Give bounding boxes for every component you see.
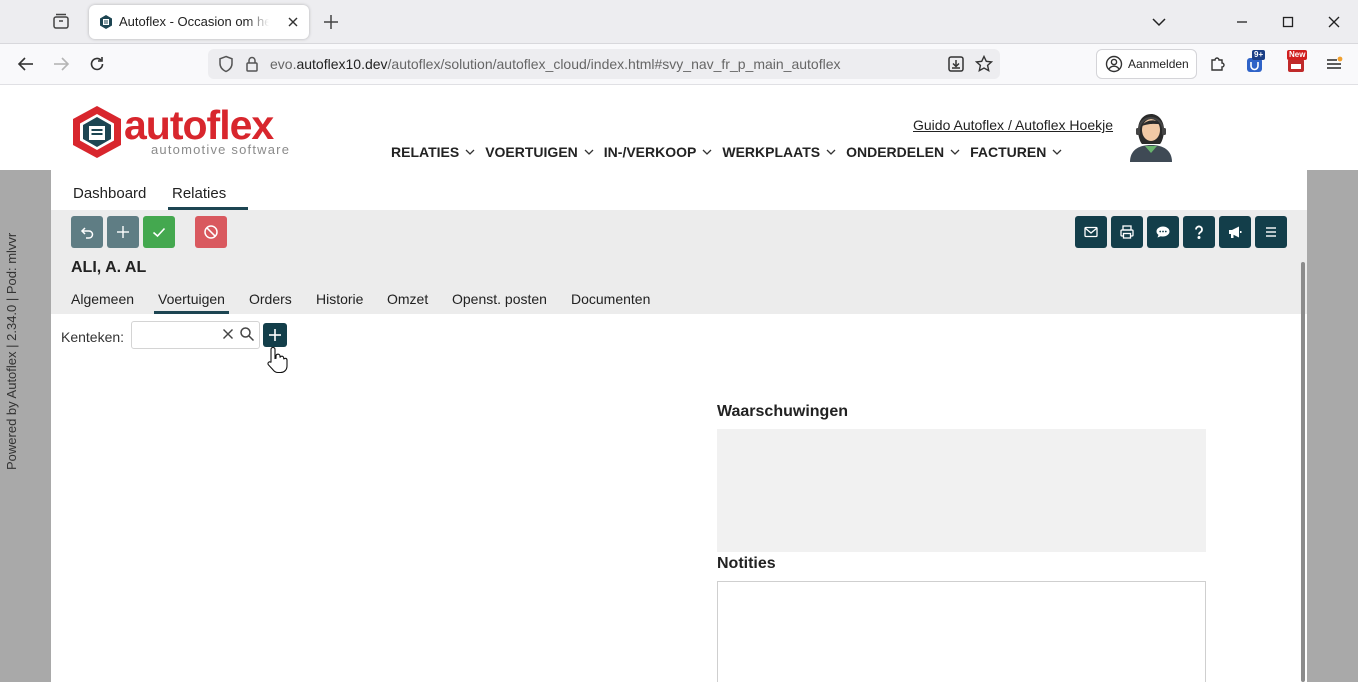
extension-new-badge: New	[1287, 50, 1308, 60]
warnings-panel	[717, 429, 1206, 552]
browser-navbar: evo.autoflex10.dev/autoflex/solution/aut…	[0, 44, 1358, 85]
back-button[interactable]	[71, 216, 103, 248]
add-vehicle-button[interactable]	[263, 323, 287, 347]
powered-by-label: Powered by Autoflex | 2.34.0 | Pod: mlvv…	[4, 232, 19, 470]
browser-tabbar: Autoflex - Occasion om het Hoekje	[0, 0, 1358, 44]
tab-overflow-chevron-icon[interactable]	[1148, 11, 1170, 33]
breadcrumb-tabs: Dashboard Relaties	[51, 170, 1307, 210]
app-header: autoflex automotive software Guido Autof…	[0, 86, 1358, 170]
active-subtab-underline	[154, 311, 229, 314]
megaphone-icon	[1229, 226, 1242, 238]
notes-textarea[interactable]	[717, 581, 1206, 682]
search-icon[interactable]	[239, 326, 255, 342]
sign-in-button[interactable]: Aanmelden	[1096, 49, 1197, 79]
hamburger-icon	[1266, 227, 1276, 237]
cancel-button[interactable]	[195, 216, 227, 248]
browser-tab-active[interactable]: Autoflex - Occasion om het Hoekje	[89, 5, 309, 39]
logo-tagline: automotive software	[151, 142, 291, 157]
menu-in-verkoop[interactable]: IN-/VERKOOP	[604, 144, 713, 160]
extension-count-badge: 9+	[1252, 50, 1266, 60]
record-toolbar: ALI, A. AL Algemeen Voertuigen Orders Hi…	[51, 210, 1307, 314]
subtab-omzet[interactable]: Omzet	[387, 291, 428, 307]
main-content: Dashboard Relaties ALI, A. AL Algemeen V…	[51, 170, 1307, 682]
tab-dashboard[interactable]: Dashboard	[73, 185, 146, 202]
announcements-button[interactable]	[1219, 216, 1251, 248]
lock-icon[interactable]	[242, 54, 262, 74]
menu-werkplaats[interactable]: WERKPLAATS	[722, 144, 836, 160]
url-text[interactable]: evo.autoflex10.dev/autoflex/solution/aut…	[270, 56, 841, 72]
menu-onderdelen[interactable]: ONDERDELEN	[846, 144, 960, 160]
print-button[interactable]	[1111, 216, 1143, 248]
subtab-orders[interactable]: Orders	[249, 291, 292, 307]
tab-list-icon[interactable]	[50, 11, 72, 33]
extension-shield-icon[interactable]: 9+	[1245, 50, 1266, 74]
chevron-down-icon	[1052, 149, 1062, 155]
content-scrollbar[interactable]	[1301, 262, 1305, 682]
forward-arrow-icon[interactable]	[51, 54, 71, 74]
warnings-title: Waarschuwingen	[717, 403, 848, 420]
printer-icon	[1120, 225, 1134, 239]
undo-arrow-icon	[80, 227, 94, 239]
envelope-icon	[1084, 226, 1098, 238]
subtab-documenten[interactable]: Documenten	[571, 291, 650, 307]
relation-name: ALI, A. AL	[71, 259, 147, 276]
question-mark-icon	[1195, 225, 1203, 239]
plus-icon	[269, 329, 281, 341]
minimize-icon[interactable]	[1231, 11, 1253, 33]
account-icon	[1104, 54, 1124, 74]
autoflex-favicon-icon	[98, 14, 114, 30]
kenteken-label: Kenteken:	[61, 329, 125, 345]
sign-in-label: Aanmelden	[1128, 57, 1189, 71]
back-arrow-icon[interactable]	[16, 54, 36, 74]
ban-icon	[204, 225, 218, 239]
autoflex-logo[interactable]: autoflex automotive software	[70, 102, 300, 160]
subtab-algemeen[interactable]: Algemeen	[71, 291, 134, 307]
bookmark-star-icon[interactable]	[974, 54, 994, 74]
chat-bubble-icon	[1156, 226, 1170, 238]
main-menu: RELATIES VOERTUIGEN IN-/VERKOOP WERKPLAA…	[391, 144, 1072, 160]
chevron-down-icon	[584, 149, 594, 155]
extension-news-icon[interactable]: New	[1286, 50, 1308, 74]
chat-button[interactable]	[1147, 216, 1179, 248]
close-window-icon[interactable]	[1323, 11, 1345, 33]
hamburger-menu-button[interactable]	[1255, 216, 1287, 248]
browser-tab-title: Autoflex - Occasion om het Hoekje	[119, 14, 269, 29]
app-menu-icon[interactable]	[1324, 54, 1344, 74]
autoflex-logo-hex-icon	[73, 106, 121, 158]
address-bar[interactable]: evo.autoflex10.dev/autoflex/solution/aut…	[208, 49, 1000, 79]
checkmark-icon	[152, 227, 166, 238]
add-button[interactable]	[107, 216, 139, 248]
hand-pointer-cursor-icon	[265, 345, 291, 375]
clear-x-icon[interactable]	[221, 327, 235, 341]
help-button[interactable]	[1183, 216, 1215, 248]
plus-icon	[117, 226, 129, 238]
chevron-down-icon	[465, 149, 475, 155]
subtab-openst-posten[interactable]: Openst. posten	[452, 291, 547, 307]
right-side-strip	[1307, 170, 1358, 682]
menu-facturen[interactable]: FACTUREN	[970, 144, 1062, 160]
close-tab-icon[interactable]	[285, 14, 301, 30]
chevron-down-icon	[950, 149, 960, 155]
menu-relaties[interactable]: RELATIES	[391, 144, 475, 160]
reload-icon[interactable]	[87, 54, 107, 74]
save-button[interactable]	[143, 216, 175, 248]
chevron-down-icon	[702, 149, 712, 155]
user-avatar[interactable]	[1126, 108, 1176, 162]
save-to-pocket-icon[interactable]	[946, 54, 966, 74]
maximize-icon[interactable]	[1277, 11, 1299, 33]
subtab-historie[interactable]: Historie	[316, 291, 363, 307]
email-button[interactable]	[1075, 216, 1107, 248]
user-company-link[interactable]: Guido Autoflex / Autoflex Hoekje	[913, 117, 1113, 133]
new-tab-icon[interactable]	[320, 11, 342, 33]
extensions-puzzle-icon[interactable]	[1208, 54, 1228, 74]
menu-voertuigen[interactable]: VOERTUIGEN	[485, 144, 594, 160]
tab-relaties[interactable]: Relaties	[172, 185, 226, 202]
shield-icon[interactable]	[216, 54, 236, 74]
notes-title: Notities	[717, 555, 776, 572]
chevron-down-icon	[826, 149, 836, 155]
subtab-voertuigen[interactable]: Voertuigen	[158, 291, 225, 307]
